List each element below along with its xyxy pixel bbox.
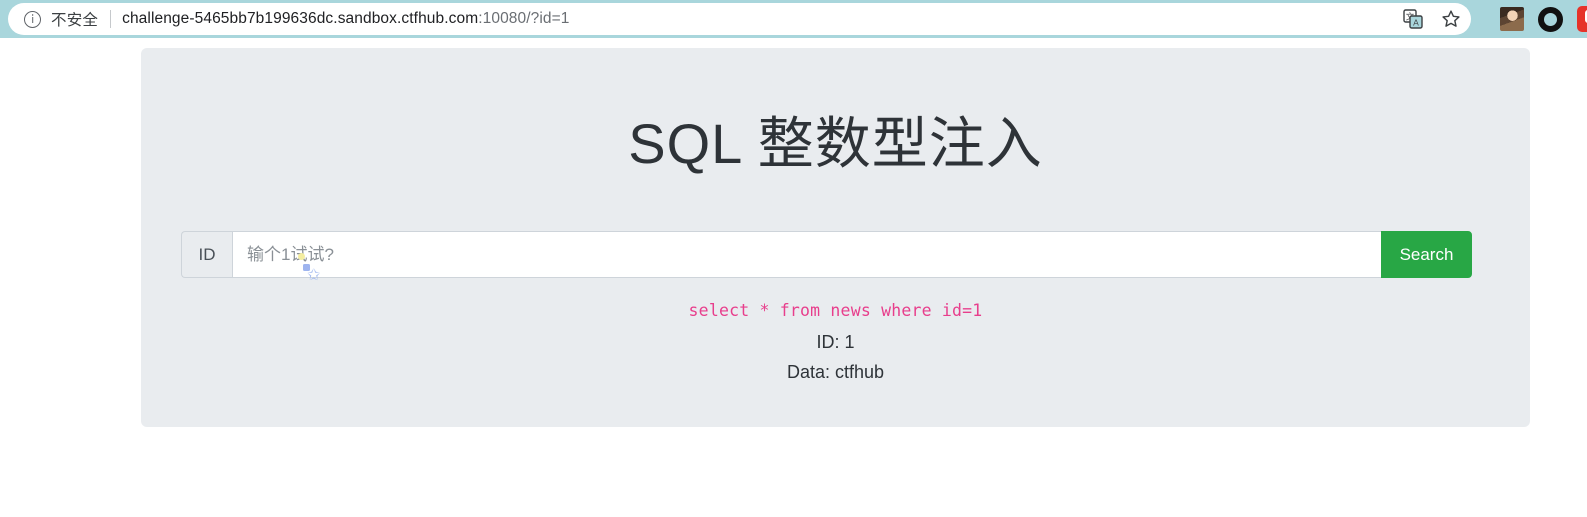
result-id-line: ID: 1 [816,332,855,352]
omnibox-actions: 文 A [1403,3,1461,35]
url-text: challenge-5465bb7b199636dc.sandbox.ctfhu… [122,10,569,28]
id-prefix-label: ID [181,231,232,278]
browser-toolbar: 不安全 challenge-5465bb7b199636dc.sandbox.c… [0,0,1587,38]
id-search-input[interactable] [232,231,1381,278]
svg-text:A: A [1413,18,1419,28]
page-body: SQL 整数型注入 ID Search ✩ select * from news… [0,38,1587,517]
translate-icon[interactable]: 文 A [1403,9,1423,29]
id-search-form: ID Search [181,231,1472,278]
avatar-icon[interactable] [1500,7,1524,31]
page-title: SQL 整数型注入 [628,112,1043,175]
address-bar[interactable]: 不安全 challenge-5465bb7b199636dc.sandbox.c… [8,3,1471,35]
browser-extension-area [1500,0,1587,38]
info-circle-icon[interactable] [24,10,41,28]
bookmark-star-icon[interactable] [1441,9,1461,29]
sql-query-output: select * from news where id=1 [688,301,983,320]
result-data-line: Data: ctfhub [786,362,885,382]
red-extension-icon[interactable] [1577,6,1587,32]
content-card: SQL 整数型注入 ID Search ✩ select * from news… [141,48,1530,427]
omnibox-separator [110,10,112,28]
search-button[interactable]: Search [1381,231,1472,278]
security-status-label: 不安全 [51,12,99,29]
black-circle-icon[interactable] [1538,6,1563,32]
url-host: challenge-5465bb7b199636dc.sandbox.ctfhu… [122,10,479,27]
url-path: :10080/?id=1 [478,10,570,27]
